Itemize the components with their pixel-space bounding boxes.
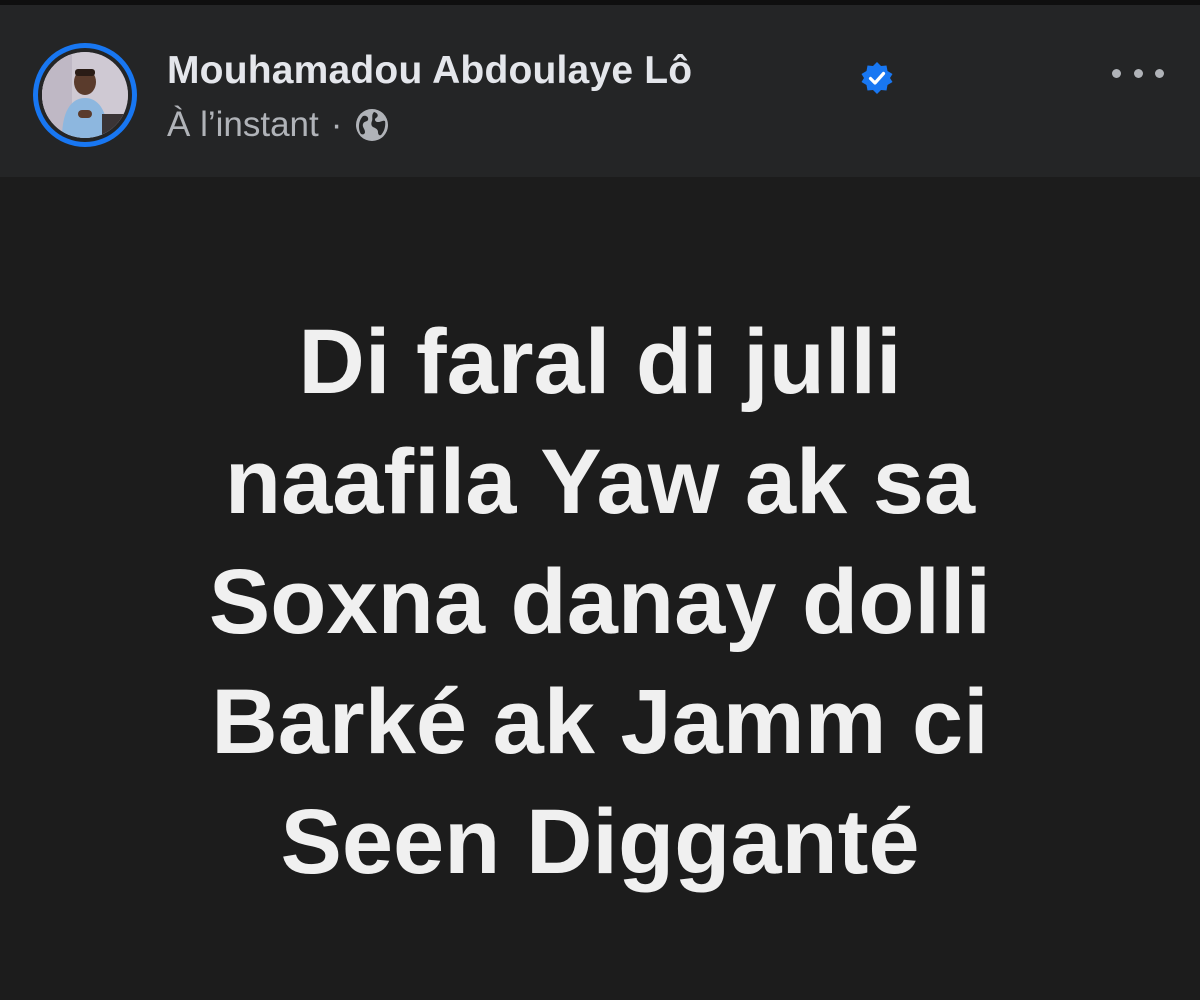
post-text: Di faral di julli naafila Yaw ak sa Soxn… — [208, 311, 992, 893]
post-meta: À l’instant · — [167, 105, 390, 145]
more-options-icon — [1112, 68, 1121, 78]
author-name[interactable]: Mouhamadou Abdoulaye Lô — [167, 49, 692, 93]
post-header: Mouhamadou Abdoulaye Lô À l’instant · — [0, 5, 1200, 177]
meta-separator: · — [330, 105, 343, 144]
globe-icon[interactable] — [354, 107, 390, 143]
verified-badge-icon — [861, 62, 893, 94]
author-avatar[interactable] — [42, 52, 128, 138]
story-ring[interactable] — [33, 43, 137, 147]
person-photo — [42, 52, 128, 138]
more-options-button[interactable] — [1112, 59, 1164, 87]
post-timestamp[interactable]: À l’instant — [167, 105, 319, 145]
post-body: Di faral di julli naafila Yaw ak sa Soxn… — [0, 177, 1200, 1000]
